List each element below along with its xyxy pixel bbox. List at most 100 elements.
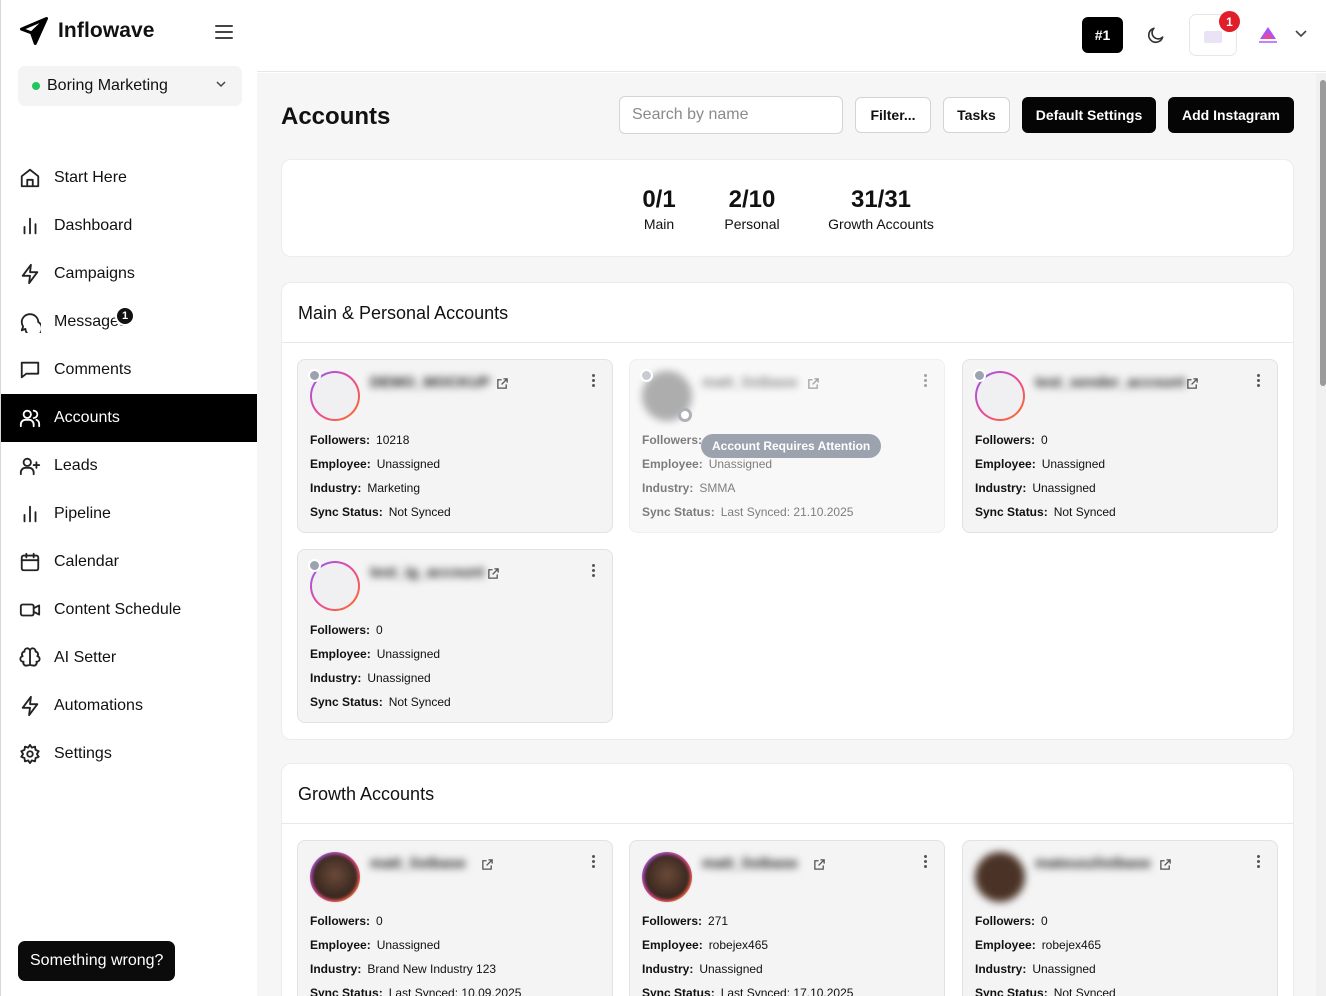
stat-growth: 31/31 Growth Accounts (816, 186, 946, 232)
sidebar-item-messages[interactable]: Messages 1 (1, 298, 258, 346)
industry-value: SMMA (699, 481, 736, 495)
home-icon (20, 168, 40, 188)
external-link-icon[interactable] (807, 377, 820, 390)
external-link-icon[interactable] (1186, 377, 1199, 390)
sidebar-item-label: Campaigns (54, 265, 135, 282)
search-input[interactable] (619, 96, 843, 134)
sidebar-item-start-here[interactable]: Start Here (1, 154, 258, 202)
employee-value: Unassigned (376, 647, 441, 661)
employee-value: Unassigned (1041, 457, 1106, 471)
user-plus-icon (19, 457, 41, 476)
sidebar-nav: Start Here Dashboard Campaigns Messages … (1, 154, 258, 778)
stat-value: 2/10 (728, 186, 776, 213)
sidebar-item-comments[interactable]: Comments (1, 346, 258, 394)
stat-personal: 2/10 Personal (712, 186, 792, 232)
rank-button[interactable]: #1 (1082, 17, 1123, 53)
messages-badge: 1 (115, 306, 135, 326)
more-options-icon[interactable] (1257, 374, 1261, 388)
status-dot (640, 369, 653, 382)
more-options-icon[interactable] (592, 564, 596, 578)
more-options-icon[interactable] (924, 374, 928, 388)
main-personal-section: Main & Personal Accounts DEMO_MOCKUP Fol… (281, 282, 1294, 740)
industry-value: Unassigned (1032, 962, 1096, 976)
sidebar-item-ai-setter[interactable]: AI Setter (1, 634, 258, 682)
status-dot (973, 369, 986, 382)
chevron-down-icon[interactable] (1295, 29, 1307, 39)
growth-section: Growth Accounts matt_listbase Followers:… (281, 763, 1294, 996)
filter-button[interactable]: Filter... (855, 97, 931, 133)
avatar (642, 852, 692, 902)
sidebar-item-pipeline[interactable]: Pipeline (1, 490, 258, 538)
followers-row: Followers: 0 (975, 433, 1048, 447)
hamburger-menu-icon[interactable] (215, 25, 233, 39)
sidebar-item-label: Pipeline (54, 505, 111, 522)
sync-value: Not Synced (388, 695, 451, 709)
sync-value: Not Synced (388, 505, 451, 519)
external-link-icon[interactable] (487, 567, 500, 580)
moon-icon[interactable] (1146, 25, 1166, 45)
sidebar-item-dashboard[interactable]: Dashboard (1, 202, 258, 250)
sidebar-item-content-schedule[interactable]: Content Schedule (1, 586, 258, 634)
attention-badge[interactable]: Account Requires Attention (701, 434, 882, 458)
sidebar-item-campaigns[interactable]: Campaigns (1, 250, 258, 298)
feedback-button[interactable]: Something wrong? (18, 941, 176, 981)
sidebar-item-settings[interactable]: Settings (1, 730, 258, 778)
employee-row: Employee: Unassigned (310, 457, 441, 471)
section-title: Growth Accounts (298, 784, 435, 804)
more-options-icon[interactable] (1257, 855, 1261, 869)
user-avatar-icon[interactable] (1255, 23, 1281, 47)
sidebar-item-accounts[interactable]: Accounts (1, 394, 258, 442)
default-settings-button[interactable]: Default Settings (1022, 97, 1156, 133)
sync-row: Sync Status: Last Synced: 10.09.2025 (310, 986, 521, 996)
account-card[interactable]: matt_listbase Followers: 0 Employee: Unass… (297, 840, 613, 996)
sidebar-item-automations[interactable]: Automations (1, 682, 258, 730)
followers-row: Followers: 0 (310, 914, 383, 928)
more-options-icon[interactable] (592, 374, 596, 388)
account-card[interactable]: mateuszlistbase Followers: 0 Employee: rob… (962, 840, 1278, 996)
employee-row: Employee: robejex465 (975, 938, 1102, 952)
industry-value: Unassigned (1032, 481, 1096, 495)
workspace-name: Boring Marketing (47, 77, 168, 94)
sync-value: Last Synced: 10.09.2025 (388, 986, 522, 996)
external-link-icon[interactable] (1159, 858, 1172, 871)
account-card[interactable]: test_ig_account Followers: 0 Employee: Una… (297, 549, 613, 723)
account-card[interactable]: DEMO_MOCKUP Followers: 10218 Employee: Una… (297, 359, 613, 533)
employee-value: robejex465 (708, 938, 769, 952)
scrollbar-thumb[interactable] (1320, 80, 1326, 386)
external-link-icon[interactable] (481, 858, 494, 871)
account-card[interactable]: matt_listbase Followers: 271 Employee: rob… (629, 840, 945, 996)
followers-value: 10218 (376, 433, 410, 447)
tasks-button[interactable]: Tasks (943, 97, 1010, 133)
sidebar-item-label: Automations (54, 697, 143, 714)
account-username: mateuszlistbase (1035, 855, 1151, 872)
section-divider (282, 342, 1293, 343)
stat-label: Personal (724, 216, 780, 232)
topbar: #1 1 (257, 0, 1326, 72)
account-card[interactable]: test_sender_account Followers: 0 Employee… (962, 359, 1278, 533)
followers-value: 0 (1041, 433, 1048, 447)
industry-row: Industry: Unassigned (642, 962, 763, 976)
external-link-icon[interactable] (496, 377, 509, 390)
brand[interactable]: Inflowave (19, 16, 155, 46)
page-title: Accounts (281, 103, 391, 130)
add-instagram-button[interactable]: Add Instagram (1168, 97, 1294, 133)
industry-value: Unassigned (699, 962, 763, 976)
sidebar-item-label: Accounts (54, 409, 120, 426)
section-divider (282, 823, 1293, 824)
sidebar-item-calendar[interactable]: Calendar (1, 538, 258, 586)
lightning-icon (21, 263, 39, 285)
stat-value: 31/31 (850, 186, 912, 213)
workspace-select[interactable]: Boring Marketing (18, 66, 242, 106)
sidebar-item-label: AI Setter (54, 649, 117, 666)
followers-row: Followers: 0 (975, 914, 1048, 928)
more-options-icon[interactable] (592, 855, 596, 869)
sidebar-item-label: Start Here (54, 169, 127, 186)
more-options-icon[interactable] (924, 855, 928, 869)
notifications-badge: 1 (1219, 11, 1240, 32)
external-link-icon[interactable] (813, 858, 826, 871)
gear-icon (20, 743, 40, 765)
industry-row: Industry: Marketing (310, 481, 421, 495)
sync-row: Sync Status: Not Synced (310, 505, 451, 519)
sidebar-item-leads[interactable]: Leads (1, 442, 258, 490)
envelope-icon (1204, 31, 1222, 43)
